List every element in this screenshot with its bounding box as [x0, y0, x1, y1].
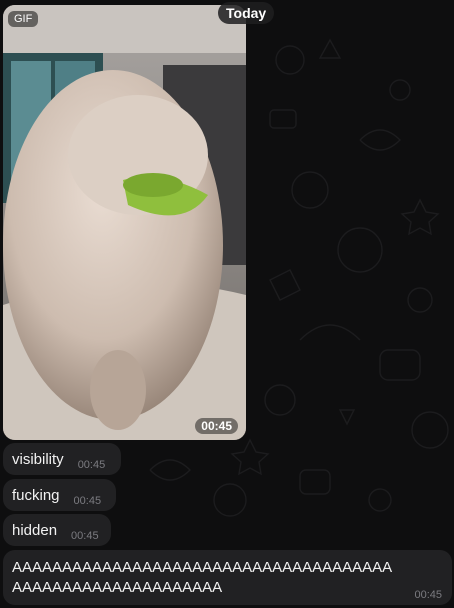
message-timestamp: 00:45: [77, 459, 106, 471]
gif-message-bubble[interactable]: GIF 00:45: [3, 5, 246, 440]
message-timestamp: 00:45: [414, 589, 442, 601]
message-bubble[interactable]: hidden 00:45: [3, 514, 111, 546]
gif-preview-image[interactable]: [3, 5, 246, 440]
date-separator: Today: [218, 2, 275, 24]
message-text-line: AAAAAAAAAAAAAAAAAAAAA: [12, 579, 223, 596]
message-timestamp: 00:45: [73, 495, 102, 507]
message-bubble[interactable]: AAAAAAAAAAAAAAAAAAAAAAAAAAAAAAAAAAAAAA A…: [3, 550, 452, 605]
message-text: fucking: [12, 486, 60, 504]
message-timestamp: 00:45: [195, 418, 238, 434]
message-text: hidden: [12, 521, 58, 539]
message-bubble[interactable]: visibility 00:45: [3, 443, 121, 475]
message-text: visibility: [12, 450, 64, 468]
message-bubble[interactable]: fucking 00:45: [3, 479, 116, 511]
gif-badge: GIF: [8, 11, 39, 27]
message-timestamp: 00:45: [71, 530, 99, 542]
message-text-line: AAAAAAAAAAAAAAAAAAAAAAAAAAAAAAAAAAAAAA: [12, 559, 393, 576]
